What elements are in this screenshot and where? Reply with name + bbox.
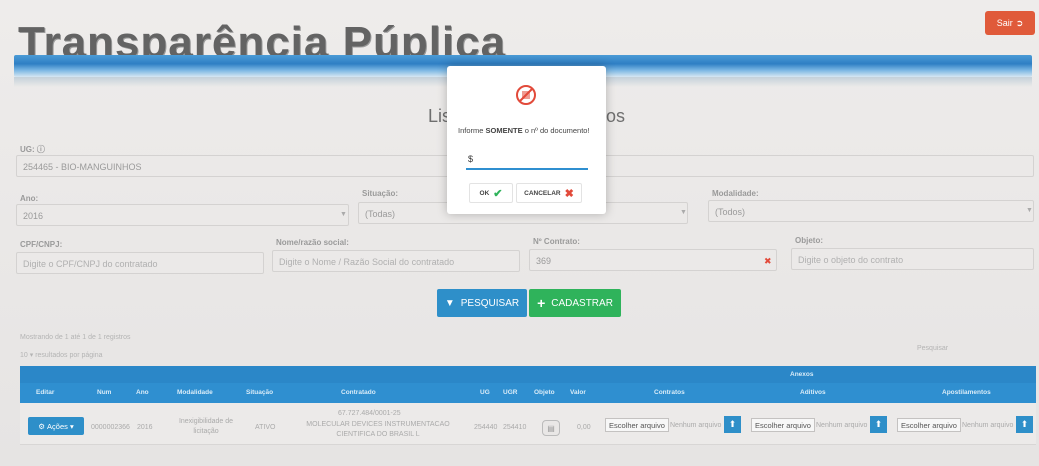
column-header[interactable]: Apostilamentos	[942, 389, 991, 396]
close-icon: ✖	[564, 187, 574, 200]
column-header[interactable]: Ano	[136, 389, 149, 396]
cpf-input[interactable]: Digite o CPF/CNPJ do contratado	[16, 252, 264, 274]
check-icon: ✔	[493, 187, 503, 200]
row-ano: 2016	[137, 424, 153, 431]
situacao-label: Situação:	[362, 189, 399, 198]
cancel-button[interactable]: CANCELAR ✖	[516, 183, 582, 203]
ano-label: Ano:	[20, 194, 39, 203]
choose-file-button[interactable]: Escolher arquivo	[751, 418, 815, 432]
choose-file-button[interactable]: Escolher arquivo	[605, 418, 669, 432]
ok-label: OK	[479, 189, 490, 197]
chevron-down-icon: ▼	[1026, 207, 1033, 214]
row-ug: 254440	[474, 424, 498, 431]
page-title-right: os	[606, 106, 626, 126]
search-button-label: PESQUISAR	[460, 297, 520, 309]
column-header[interactable]: Aditivos	[800, 389, 826, 396]
row-valor: 0,00	[577, 424, 591, 431]
acoes-dropdown-button[interactable]: ⚙ Ações ▾	[28, 417, 84, 435]
search-button[interactable]: ▼ PESQUISAR	[437, 289, 527, 317]
logout-label: Sair	[996, 18, 1013, 28]
contrato-label: Nº Contrato:	[533, 237, 580, 246]
file-status: Nenhum arquivo	[816, 422, 868, 429]
file-status: Nenhum arquivo	[962, 422, 1014, 429]
row-modalidade: Inexigibilidade de licitação	[178, 418, 234, 435]
document-number-input[interactable]	[466, 150, 588, 170]
logout-icon: ➲	[1015, 17, 1024, 28]
add-button-label: CADASTRAR	[551, 297, 613, 309]
column-header[interactable]: Editar	[36, 389, 54, 396]
modalidade-select[interactable]: (Todos)	[708, 200, 1034, 222]
no-document-icon	[516, 85, 536, 105]
ano-select[interactable]: 2016	[16, 204, 349, 226]
nome-input[interactable]: Digite o Nome / Razão Social do contrata…	[272, 250, 520, 272]
results-summary: Mostrando de 1 até 1 de 1 registros	[20, 334, 131, 341]
anexos-header: Anexos	[790, 371, 814, 378]
nome-label: Nome/razão social:	[276, 238, 349, 247]
upload-icon[interactable]: ⬆	[724, 416, 741, 433]
clear-icon[interactable]: ✖	[764, 256, 772, 267]
choose-file-button[interactable]: Escolher arquivo	[897, 418, 961, 432]
file-status: Nenhum arquivo	[670, 422, 722, 429]
row-situacao: ATIVO	[255, 424, 276, 431]
column-header[interactable]: Valor	[570, 389, 586, 396]
page: Sair ➲ Transparência Púplica Lis os UG: …	[0, 0, 1039, 466]
ug-label: UG: ⓘ	[20, 145, 45, 154]
row-contratado-doc: 67.727.484/0001-25	[338, 410, 401, 417]
info-icon: ⓘ	[36, 145, 45, 154]
column-header[interactable]: Modalidade	[177, 389, 213, 396]
comment-icon[interactable]: ▤	[542, 420, 560, 436]
column-header[interactable]: Situação	[246, 389, 273, 396]
objeto-input[interactable]: Digite o objeto do contrato	[791, 248, 1034, 270]
logout-button[interactable]: Sair ➲	[985, 11, 1035, 35]
objeto-label: Objeto:	[795, 236, 823, 245]
modalidade-label: Modalidade:	[712, 189, 759, 198]
column-header[interactable]: Num	[97, 389, 111, 396]
column-header[interactable]: Objeto	[534, 389, 555, 396]
column-header[interactable]: Contratos	[654, 389, 685, 396]
upload-icon[interactable]: ⬆	[870, 416, 887, 433]
gear-icon: ⚙	[38, 421, 45, 431]
cancel-label: CANCELAR	[524, 189, 561, 197]
table-group-header	[20, 366, 1036, 383]
add-button[interactable]: + CADASTRAR	[529, 289, 621, 317]
row-ugr: 254410	[503, 424, 527, 431]
row-contratado-name: MOLECULAR DEVICES INSTRUMENTACAO CIENTIF…	[306, 421, 450, 438]
ok-button[interactable]: OK ✔	[469, 183, 513, 203]
upload-icon[interactable]: ⬆	[1016, 416, 1033, 433]
column-header[interactable]: UG	[480, 389, 490, 396]
chevron-down-icon: ▼	[680, 209, 687, 216]
per-page-select[interactable]: 10 ▾ resultados por página	[20, 351, 103, 359]
plus-icon: +	[537, 295, 546, 311]
column-header[interactable]: Contratado	[341, 389, 376, 396]
chevron-down-icon: ▼	[340, 211, 347, 218]
row-num: 0000002366	[91, 424, 130, 431]
dialog-prompt: Informe SOMENTE o nº do documento!	[458, 126, 590, 135]
table-search-label: Pesquisar	[917, 345, 949, 352]
cpf-label: CPF/CNPJ:	[20, 240, 63, 249]
table-header	[20, 383, 1036, 403]
filter-icon: ▼	[444, 297, 455, 309]
contrato-input[interactable]: 369	[529, 249, 777, 271]
column-header[interactable]: UGR	[503, 389, 517, 396]
